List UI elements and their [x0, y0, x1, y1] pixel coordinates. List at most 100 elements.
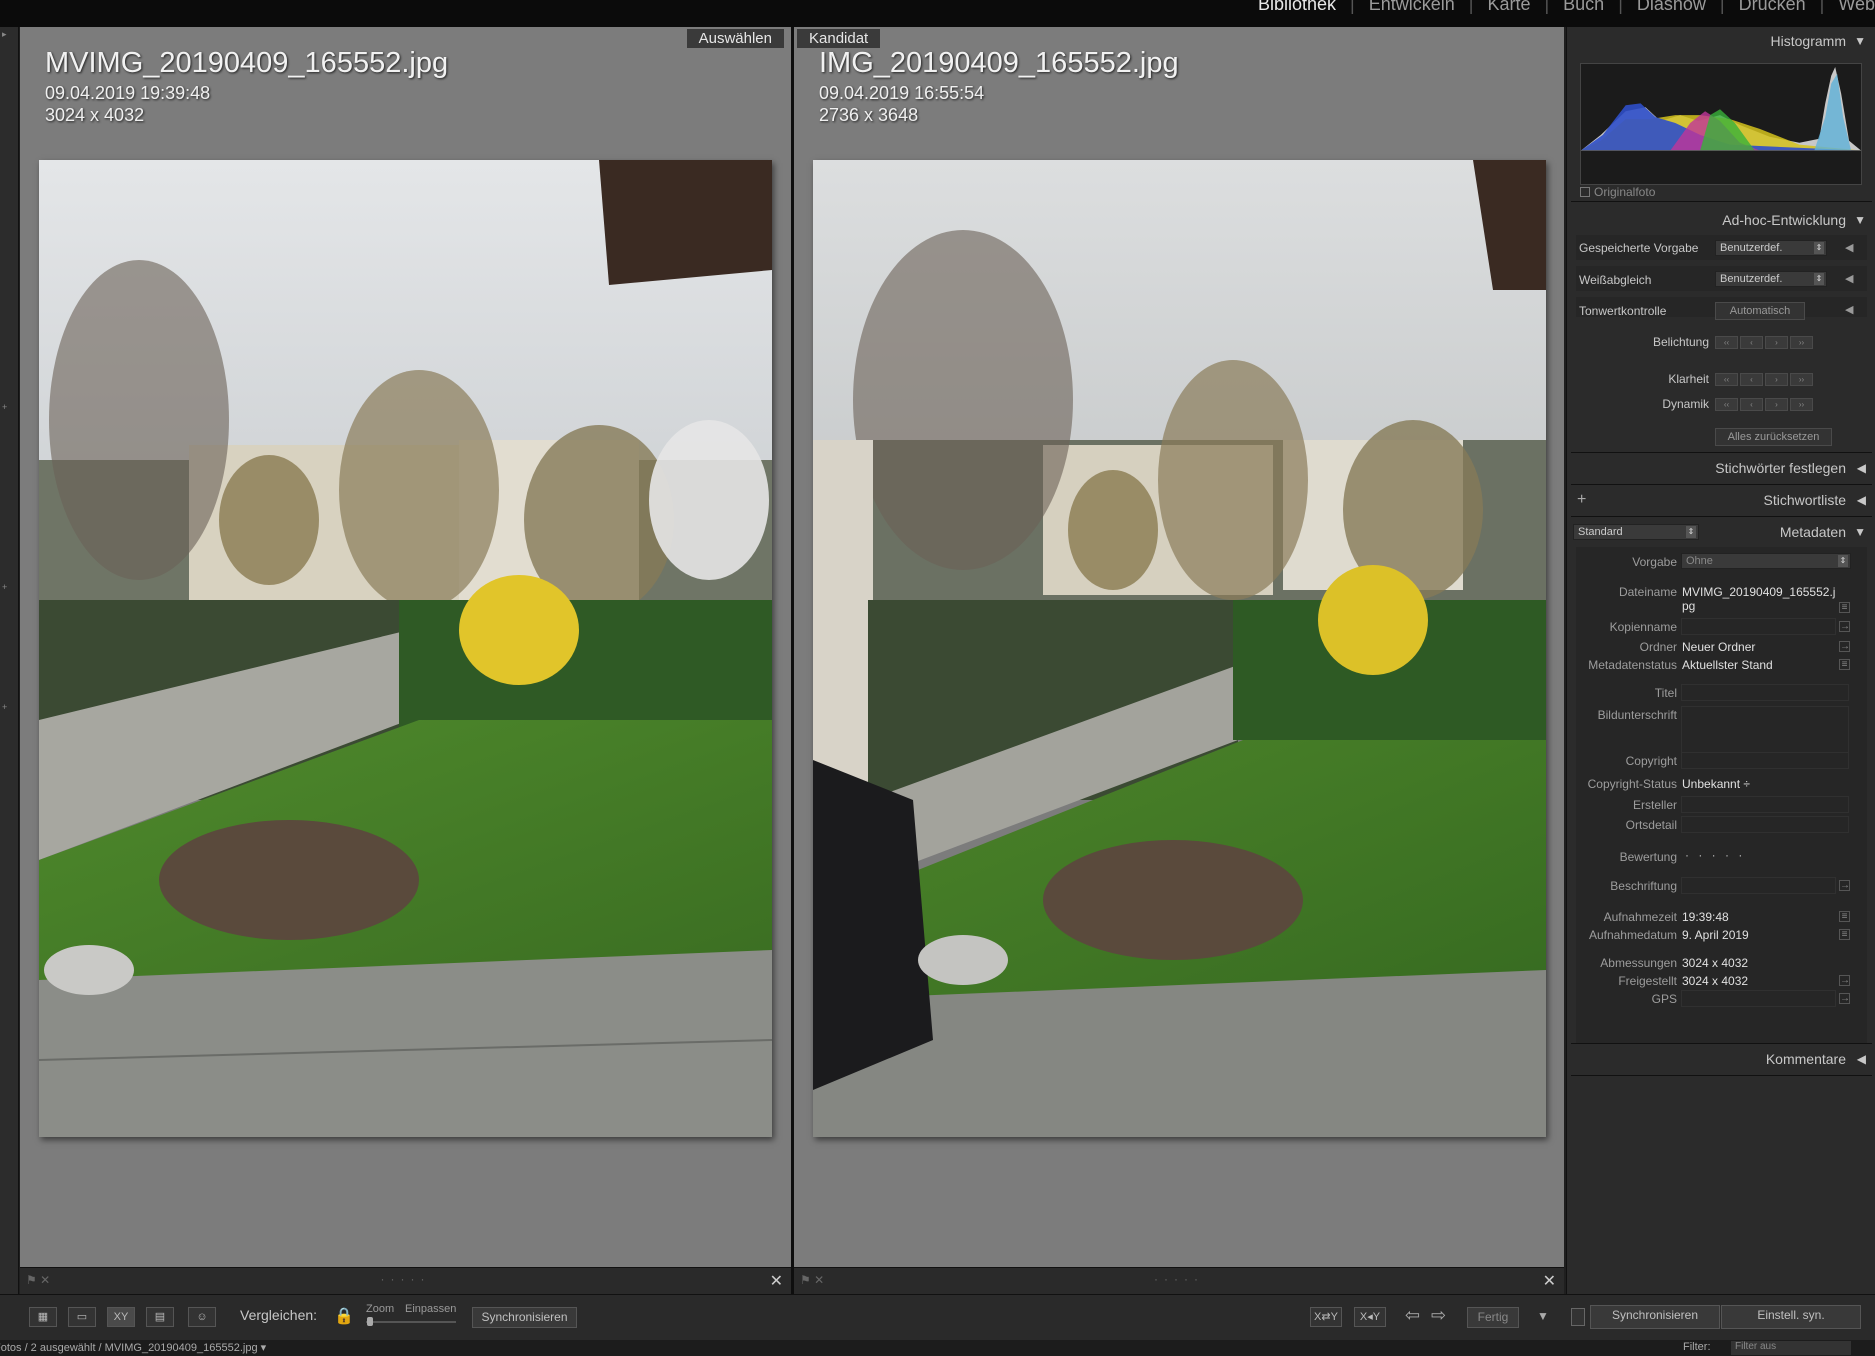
toolbar-menu-icon[interactable]: ▼ [1537, 1309, 1549, 1323]
collapse-triangle-icon[interactable]: ▼ [1854, 207, 1866, 233]
plus-icon[interactable]: + [2, 702, 7, 712]
module-map[interactable]: Karte [1473, 0, 1544, 15]
expand-arrow-icon[interactable]: ▸ [2, 29, 7, 40]
histogram-header[interactable]: Histogramm ▼ [1567, 28, 1875, 54]
clarity-stepper[interactable]: ‹‹ ‹ › ›› [1715, 373, 1813, 386]
auto-sync-switch[interactable] [1571, 1308, 1585, 1326]
survey-view-icon[interactable]: ▤ [146, 1307, 174, 1327]
go-arrow-icon[interactable]: → [1839, 621, 1850, 632]
plus-icon[interactable]: + [2, 402, 7, 412]
lock-icon[interactable]: 🔒 [334, 1306, 354, 1326]
keyword-list-header[interactable]: + Stichwortliste ◀ [1567, 487, 1875, 513]
flag-icon[interactable]: ⚑ ✕ [800, 1273, 824, 1287]
rating-dots[interactable]: ····· [1154, 1272, 1204, 1286]
creator-field[interactable] [1681, 796, 1849, 813]
quick-develop-header[interactable]: Ad-hoc-Entwicklung ▼ [1567, 207, 1875, 233]
loupe-view-icon[interactable]: ▭ [68, 1307, 96, 1327]
list-icon[interactable]: ≡ [1839, 911, 1850, 922]
grid-view-icon[interactable]: ▦ [29, 1307, 57, 1327]
compare-pane-select[interactable]: Auswählen MVIMG_20190409_165552.jpg 09.0… [20, 27, 791, 1267]
zoom-slider[interactable] [366, 1321, 456, 1323]
flag-icon[interactable]: ⚑ ✕ [26, 1273, 50, 1287]
rating-stars[interactable]: · · · · · [1685, 848, 1745, 862]
step-up-large-button[interactable]: ›› [1790, 336, 1813, 349]
sync-settings-button[interactable]: Einstell. syn. [1721, 1305, 1861, 1329]
auto-tone-button[interactable]: Automatisch [1715, 302, 1805, 320]
copyname-field[interactable] [1681, 618, 1836, 635]
step-up-large-button[interactable]: ›› [1790, 373, 1813, 386]
step-down-button[interactable]: ‹ [1740, 336, 1763, 349]
reset-all-button[interactable]: Alles zurücksetzen [1715, 428, 1832, 446]
make-select-icon[interactable]: X◂Y [1354, 1307, 1386, 1327]
sync-zoom-button[interactable]: Synchronisieren [472, 1307, 577, 1328]
expand-triangle-icon[interactable]: ◀ [1857, 1046, 1866, 1072]
histogram[interactable] [1580, 63, 1862, 185]
filter-dropdown[interactable]: Filter aus [1731, 1341, 1851, 1355]
close-icon[interactable]: ✕ [770, 1271, 783, 1291]
metadata-view-dropdown[interactable]: Standard ⇕ [1573, 524, 1699, 540]
compare-pane-candidate[interactable]: Kandidat IMG_20190409_165552.jpg 09.04.2… [794, 27, 1564, 1267]
go-arrow-icon[interactable]: → [1839, 880, 1850, 891]
exposure-stepper[interactable]: ‹‹ ‹ › ›› [1715, 336, 1813, 349]
disclosure-triangle-icon[interactable]: ◀ [1845, 241, 1853, 254]
module-develop[interactable]: Entwickeln [1355, 0, 1469, 15]
vibrance-stepper[interactable]: ‹‹ ‹ › ›› [1715, 398, 1813, 411]
list-icon[interactable]: ≡ [1839, 659, 1850, 670]
step-down-button[interactable]: ‹ [1740, 398, 1763, 411]
white-balance-dropdown[interactable]: Benutzerdef. ⇕ [1715, 271, 1827, 287]
collapse-triangle-icon[interactable]: ▼ [1854, 519, 1866, 545]
expand-triangle-icon[interactable]: ◀ [1857, 487, 1866, 513]
location-field[interactable] [1681, 816, 1849, 833]
collapse-triangle-icon[interactable]: ▼ [1854, 28, 1866, 54]
go-arrow-icon[interactable]: → [1839, 975, 1850, 986]
checkbox-icon[interactable] [1580, 187, 1590, 197]
done-button[interactable]: Fertig [1467, 1307, 1519, 1328]
add-keyword-icon[interactable]: + [1577, 487, 1586, 513]
module-web[interactable]: Web [1824, 0, 1875, 15]
sync-button[interactable]: Synchronisieren [1590, 1305, 1720, 1329]
step-down-large-button[interactable]: ‹‹ [1715, 336, 1738, 349]
title-field[interactable] [1681, 684, 1849, 701]
module-slideshow[interactable]: Diashow [1623, 0, 1720, 15]
disclosure-triangle-icon[interactable]: ◀ [1845, 272, 1853, 285]
previous-arrow-icon[interactable]: ⇦ [1405, 1305, 1420, 1326]
go-arrow-icon[interactable]: → [1839, 641, 1850, 652]
step-down-large-button[interactable]: ‹‹ [1715, 398, 1738, 411]
list-icon[interactable]: ≡ [1839, 929, 1850, 940]
go-arrow-icon[interactable]: → [1839, 993, 1850, 1004]
label-field[interactable] [1681, 877, 1836, 894]
photo-candidate[interactable] [813, 160, 1546, 1137]
saved-preset-dropdown[interactable]: Benutzerdef. ⇕ [1715, 240, 1827, 256]
copyright-field[interactable] [1681, 752, 1849, 769]
metadata-header[interactable]: Standard ⇕ Metadaten ▼ [1567, 519, 1875, 545]
module-print[interactable]: Drucken [1725, 0, 1820, 15]
step-up-button[interactable]: › [1765, 398, 1788, 411]
zoom-slider-handle[interactable] [367, 1317, 373, 1326]
swap-icon[interactable]: X⇄Y [1310, 1307, 1342, 1327]
compare-view-icon[interactable]: XY [107, 1307, 135, 1327]
gps-field[interactable] [1681, 990, 1836, 1007]
step-up-large-button[interactable]: ›› [1790, 398, 1813, 411]
step-down-button[interactable]: ‹ [1740, 373, 1763, 386]
photo-select[interactable] [39, 160, 772, 1137]
close-icon[interactable]: ✕ [1543, 1271, 1556, 1291]
keywording-header[interactable]: Stichwörter festlegen ◀ [1567, 455, 1875, 481]
people-view-icon[interactable]: ☺ [188, 1307, 216, 1327]
metadata-preset-dropdown[interactable]: Ohne ⇕ [1681, 553, 1851, 569]
disclosure-triangle-icon[interactable]: ◀ [1845, 303, 1853, 316]
plus-icon[interactable]: + [2, 582, 7, 592]
source-path[interactable]: Fotos / 2 ausgewählt / MVIMG_20190409_16… [0, 1341, 266, 1354]
left-panel-collapsed[interactable]: ▸ + + + [0, 27, 19, 1294]
copyright-status-dropdown[interactable]: Unbekannt ÷ [1682, 777, 1750, 791]
next-arrow-icon[interactable]: ⇨ [1431, 1305, 1446, 1326]
caption-field[interactable] [1681, 706, 1849, 754]
list-icon[interactable]: ≡ [1839, 602, 1850, 613]
rating-dots[interactable]: ····· [381, 1272, 431, 1286]
module-library[interactable]: Bibliothek [1244, 0, 1350, 15]
step-down-large-button[interactable]: ‹‹ [1715, 373, 1738, 386]
comments-header[interactable]: Kommentare ◀ [1567, 1046, 1875, 1072]
module-book[interactable]: Buch [1549, 0, 1618, 15]
original-photo-checkbox[interactable]: Originalfoto [1580, 185, 1655, 199]
expand-triangle-icon[interactable]: ◀ [1857, 455, 1866, 481]
step-up-button[interactable]: › [1765, 336, 1788, 349]
